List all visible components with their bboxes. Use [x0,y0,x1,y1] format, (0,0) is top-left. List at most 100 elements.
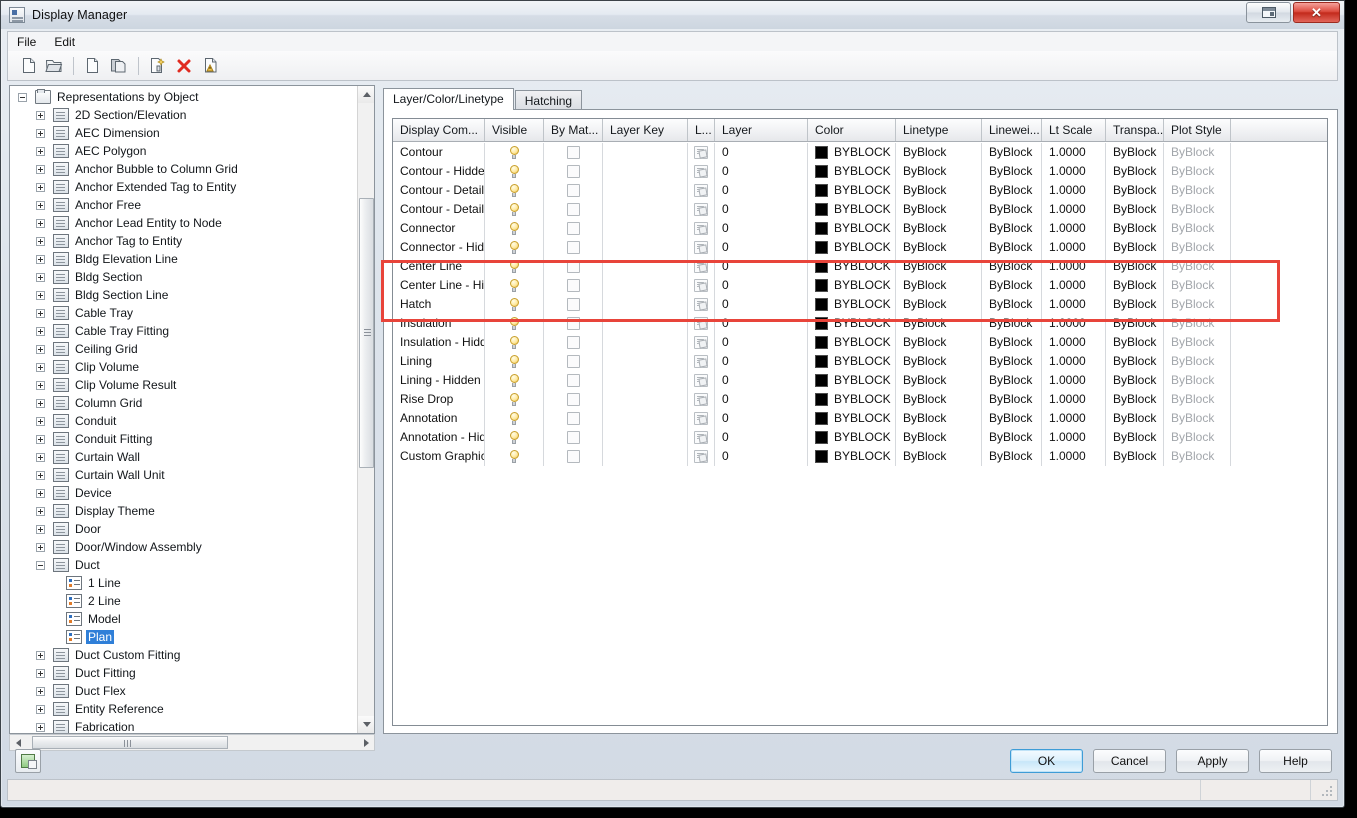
resize-grip-icon[interactable] [1322,786,1334,798]
by-material-checkbox[interactable] [544,447,603,466]
grid-column-header-plot-style[interactable]: Plot Style [1164,119,1231,141]
grid-column-header-transpa[interactable]: Transpa... [1106,119,1164,141]
expand-icon[interactable] [36,722,45,732]
grid-cell-component[interactable]: Contour - Hidden [393,162,485,181]
grid-cell-transparency[interactable]: ByBlock [1106,447,1164,466]
grid-cell-layer-key[interactable] [603,447,688,466]
color-cell[interactable]: BYBLOCK [808,390,896,409]
layer-edit-cell[interactable] [688,409,715,428]
tree-item-1-line[interactable]: 1 Line [10,574,358,592]
grid-cell-component[interactable]: Connector [393,219,485,238]
by-material-checkbox[interactable] [544,162,603,181]
tree-item-cable-tray-fitting[interactable]: Cable Tray Fitting [10,322,358,340]
tree-item-duct-fitting[interactable]: Duct Fitting [10,664,358,682]
collapse-icon[interactable] [36,560,45,570]
new-style-icon[interactable] [146,54,170,78]
grid-cell-transparency[interactable]: ByBlock [1106,333,1164,352]
layer-edit-cell[interactable] [688,352,715,371]
grid-cell-layer-key[interactable] [603,409,688,428]
grid-cell-transparency[interactable]: ByBlock [1106,162,1164,181]
object-tree[interactable]: Representations by Object 2D Section/Elev… [10,86,358,733]
grid-cell-lt-scale[interactable]: 1.0000 [1042,200,1106,219]
grid-cell-transparency[interactable]: ByBlock [1106,428,1164,447]
grid-cell-layer-key[interactable] [603,143,688,162]
grid-cell-component[interactable]: Lining - Hidden [393,371,485,390]
grid-column-header-layer-key[interactable]: Layer Key [603,119,688,141]
tree-item-bldg-elevation-line[interactable]: Bldg Elevation Line [10,250,358,268]
expand-icon[interactable] [36,488,45,498]
expand-icon[interactable] [36,344,45,354]
grid-cell-layer[interactable]: 0 [715,409,808,428]
layer-edit-cell[interactable] [688,219,715,238]
expand-icon[interactable] [36,506,45,516]
by-material-checkbox[interactable] [544,181,603,200]
grid-cell-layer[interactable]: 0 [715,428,808,447]
by-material-checkbox[interactable] [544,390,603,409]
grid-cell-layer[interactable]: 0 [715,162,808,181]
expand-icon[interactable] [36,128,45,138]
by-material-checkbox[interactable] [544,200,603,219]
grid-cell-component[interactable]: Lining [393,352,485,371]
expand-icon[interactable] [36,452,45,462]
grid-cell-layer-key[interactable] [603,200,688,219]
grid-cell-lineweight[interactable]: ByBlock [982,352,1042,371]
color-cell[interactable]: BYBLOCK [808,181,896,200]
delete-icon[interactable] [172,54,196,78]
grid-cell-plot-style[interactable]: ByBlock [1164,238,1231,257]
grid-cell-transparency[interactable]: ByBlock [1106,409,1164,428]
by-material-checkbox[interactable] [544,238,603,257]
tree-item-representations-by-object[interactable]: Representations by Object [10,88,358,106]
layer-edit-cell[interactable] [688,371,715,390]
grid-row[interactable]: Center Line 0 BYBLOCK ByBlock ByBlock 1.0000 B… [393,257,1327,276]
tree-item-anchor-free[interactable]: Anchor Free [10,196,358,214]
by-material-checkbox[interactable] [544,295,603,314]
grid-cell-layer[interactable]: 0 [715,352,808,371]
layer-edit-cell[interactable] [688,162,715,181]
grid-column-header-lt-scale[interactable]: Lt Scale [1042,119,1106,141]
grid-cell-lt-scale[interactable]: 1.0000 [1042,447,1106,466]
grid-row[interactable]: Lining - Hidden 0 BYBLOCK ByBlock ByBlock 1.0… [393,371,1327,390]
color-cell[interactable]: BYBLOCK [808,333,896,352]
grid-cell-plot-style[interactable]: ByBlock [1164,447,1231,466]
by-material-checkbox[interactable] [544,428,603,447]
new-icon[interactable] [16,54,40,78]
grid-cell-linetype[interactable]: ByBlock [896,428,982,447]
grid-cell-plot-style[interactable]: ByBlock [1164,276,1231,295]
layer-edit-cell[interactable] [688,295,715,314]
checkbox-unchecked-icon[interactable] [566,374,580,387]
grid-cell-lineweight[interactable]: ByBlock [982,295,1042,314]
grid-cell-lineweight[interactable]: ByBlock [982,428,1042,447]
expand-icon[interactable] [36,254,45,264]
grid-cell-component[interactable]: Annotation - Hidde [393,428,485,447]
grid-cell-plot-style[interactable]: ByBlock [1164,333,1231,352]
layer-edit-cell[interactable] [688,447,715,466]
layer-edit-cell[interactable] [688,143,715,162]
grid-cell-lineweight[interactable]: ByBlock [982,238,1042,257]
grid-cell-layer-key[interactable] [603,371,688,390]
visibility-toggle[interactable] [485,409,544,428]
grid-cell-layer[interactable]: 0 [715,390,808,409]
tree-item-bldg-section[interactable]: Bldg Section [10,268,358,286]
checkbox-unchecked-icon[interactable] [566,412,580,425]
expand-icon[interactable] [36,326,45,336]
grid-cell-layer[interactable]: 0 [715,314,808,333]
grid-row[interactable]: Insulation 0 BYBLOCK ByBlock ByBlock 1.0000 By… [393,314,1327,333]
grid-cell-transparency[interactable]: ByBlock [1106,371,1164,390]
grid-cell-lt-scale[interactable]: 1.0000 [1042,390,1106,409]
grid-cell-transparency[interactable]: ByBlock [1106,257,1164,276]
grid-cell-layer[interactable]: 0 [715,371,808,390]
color-cell[interactable]: BYBLOCK [808,200,896,219]
grid-cell-lineweight[interactable]: ByBlock [982,333,1042,352]
grid-cell-component[interactable]: Insulation - Hidder [393,333,485,352]
grid-cell-layer[interactable]: 0 [715,257,808,276]
color-cell[interactable]: BYBLOCK [808,447,896,466]
visibility-toggle[interactable] [485,447,544,466]
grid-row[interactable]: Contour - Details 0 BYBLOCK ByBlock ByBlock 1… [393,181,1327,200]
grid-cell-layer-key[interactable] [603,219,688,238]
grid-cell-linetype[interactable]: ByBlock [896,238,982,257]
grid-cell-layer-key[interactable] [603,238,688,257]
grid-cell-lt-scale[interactable]: 1.0000 [1042,314,1106,333]
grid-row[interactable]: Center Line - Hidd0BYBLOCKByBlockByBlock… [393,276,1327,295]
tree-item-aec-dimension[interactable]: AEC Dimension [10,124,358,142]
visibility-toggle[interactable] [485,352,544,371]
